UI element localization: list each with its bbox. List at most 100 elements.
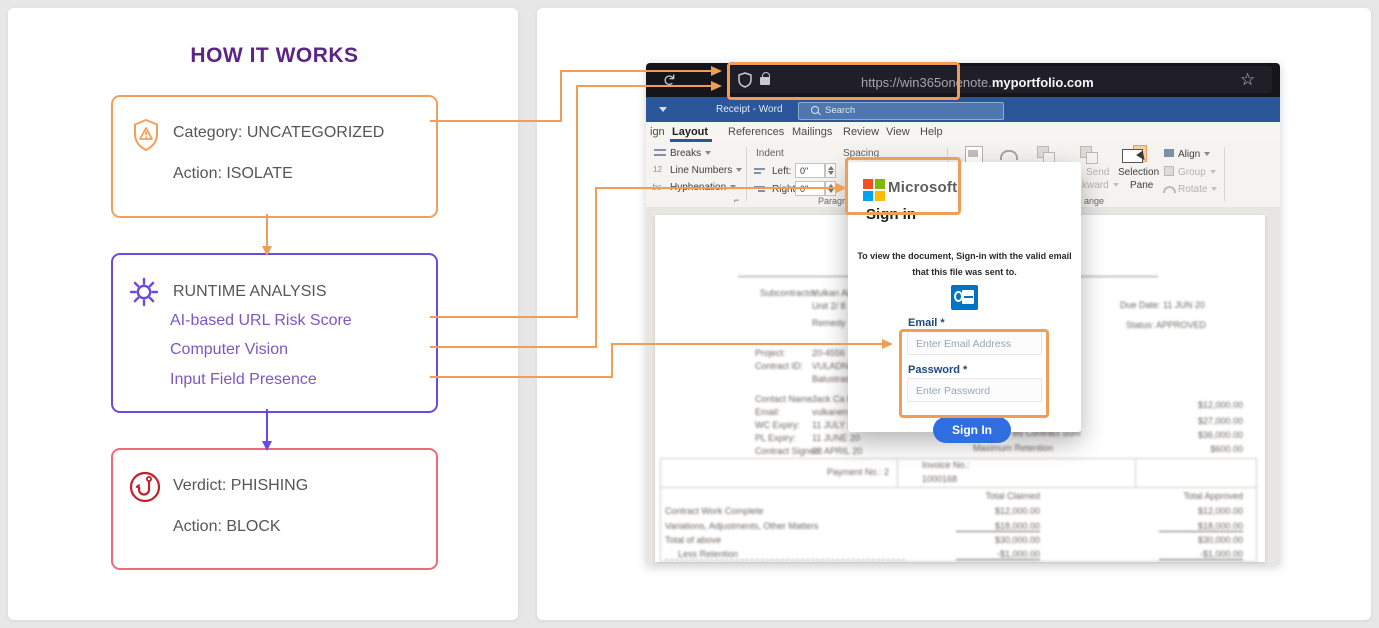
doc-col-header: Total Approved bbox=[1159, 491, 1243, 501]
tab-review[interactable]: Review bbox=[843, 126, 879, 138]
doc-field-value: Unit 2/ 8 bbox=[812, 301, 846, 311]
ribbon-tab-row: ign Layout References Mailings Review Vi… bbox=[646, 122, 1280, 143]
selection-pane-label-line1[interactable]: Selection bbox=[1118, 167, 1159, 178]
flow-box-runtime-analysis: RUNTIME ANALYSIS AI-based URL Risk Score… bbox=[111, 253, 438, 413]
doc-amount: $36,000.00 bbox=[1159, 430, 1243, 440]
tab-design-clipped[interactable]: ign bbox=[650, 126, 665, 138]
infographic-canvas: HOW IT WORKS Category: UNCATEGORIZED Act… bbox=[0, 0, 1379, 628]
line-numbers-icon: 12 bbox=[653, 165, 662, 174]
page-title: HOW IT WORKS bbox=[111, 44, 438, 68]
gear-icon bbox=[128, 276, 160, 313]
doc-table-cell: -$1,000.00 bbox=[956, 549, 1040, 560]
doc-field-label: WC Expiry: bbox=[755, 420, 800, 430]
analysis-item-input-field: Input Field Presence bbox=[170, 371, 317, 389]
line-numbers-button[interactable]: Line Numbers bbox=[670, 165, 742, 176]
doc-field-label: Email: bbox=[755, 407, 780, 417]
doc-table-row-label: Total of above bbox=[665, 535, 721, 545]
shield-warning-icon bbox=[131, 118, 161, 157]
tab-references[interactable]: References bbox=[728, 126, 784, 138]
browser-window: ↻ https://win365onenote.myportfolio.com … bbox=[646, 63, 1280, 565]
word-search-box[interactable]: Search bbox=[798, 102, 1004, 120]
doc-invoice-label: Invoice No.: bbox=[922, 460, 970, 470]
doc-table-row-label: Less Retention bbox=[678, 549, 738, 559]
group-icon bbox=[1164, 166, 1174, 176]
action-block-label: Action: BLOCK bbox=[173, 518, 281, 536]
bookmark-star-icon[interactable]: ☆ bbox=[1240, 70, 1255, 90]
document-title: Receipt - Word bbox=[716, 104, 783, 115]
active-tab-underline bbox=[670, 139, 712, 142]
group-button[interactable]: Group bbox=[1178, 167, 1216, 178]
doc-status: Status: APPROVED bbox=[1126, 320, 1206, 330]
align-icon bbox=[1164, 149, 1174, 157]
doc-field-label: Contact Name: bbox=[755, 394, 815, 404]
doc-field-label: Subcontractor: bbox=[760, 288, 819, 298]
send-backward-label-line1[interactable]: Send bbox=[1086, 167, 1109, 178]
doc-table-cell: $12,000.00 bbox=[956, 506, 1040, 516]
send-backward-label-line2[interactable]: kward bbox=[1082, 180, 1119, 191]
doc-table-cell: $30,000.00 bbox=[956, 535, 1040, 545]
action-isolate-label: Action: ISOLATE bbox=[173, 165, 293, 183]
tab-view[interactable]: View bbox=[886, 126, 910, 138]
rotate-button[interactable]: Rotate bbox=[1178, 184, 1217, 195]
doc-retention-label: Maximum Retention bbox=[973, 443, 1053, 453]
selection-pane-label-line2[interactable]: Pane bbox=[1130, 180, 1153, 191]
doc-amount: $600.00 bbox=[1159, 444, 1243, 454]
email-label: Email * bbox=[908, 317, 945, 329]
doc-field-value: Vulkan Al bbox=[812, 288, 849, 298]
search-icon bbox=[811, 106, 819, 114]
doc-field-label: Contract ID: bbox=[755, 361, 803, 371]
doc-field-value: Remedy bbox=[812, 318, 846, 328]
indent-left-icon bbox=[754, 168, 765, 170]
flow-box-uncategorized: Category: UNCATEGORIZED Action: ISOLATE bbox=[111, 95, 438, 218]
outlook-icon bbox=[951, 285, 978, 310]
flow-connector-2 bbox=[266, 409, 268, 441]
doc-table-cell: $30,000.00 bbox=[1159, 535, 1243, 545]
highlight-credential-inputs bbox=[899, 329, 1049, 418]
paragraph-dialog-launcher[interactable]: ⌐ bbox=[734, 195, 739, 205]
doc-field-value: vulkanen bbox=[812, 407, 848, 417]
tab-mailings[interactable]: Mailings bbox=[792, 126, 832, 138]
arrange-group-label: ange bbox=[1084, 196, 1104, 206]
ribbon-divider bbox=[1224, 147, 1225, 201]
doc-table-row-label: Contract Work Complete bbox=[665, 506, 763, 516]
indent-group-label: Indent bbox=[756, 148, 784, 159]
phishing-hook-icon bbox=[128, 470, 162, 509]
right-arrow-icon bbox=[711, 81, 722, 91]
ribbon-divider bbox=[746, 147, 747, 201]
down-arrow-icon bbox=[262, 246, 272, 256]
signin-body-text: To view the document, Sign-in with the v… bbox=[848, 248, 1081, 280]
tab-help[interactable]: Help bbox=[920, 126, 943, 138]
breaks-button[interactable]: Breaks bbox=[670, 148, 711, 159]
verdict-label: Verdict: PHISHING bbox=[173, 477, 308, 495]
doc-col-header: Total Claimed bbox=[956, 491, 1040, 501]
doc-table-cell: -$1,000.00 bbox=[1159, 549, 1243, 560]
doc-due-date: Due Date: 11 JUN 20 bbox=[1120, 300, 1205, 310]
search-placeholder: Search bbox=[825, 105, 855, 116]
category-label: Category: UNCATEGORIZED bbox=[173, 124, 384, 142]
tab-layout[interactable]: Layout bbox=[672, 126, 708, 138]
right-arrow-icon bbox=[711, 66, 722, 76]
doc-field-label: PL Expiry: bbox=[755, 433, 796, 443]
doc-table-cell: $18,000.00 bbox=[956, 521, 1040, 532]
indent-left-input[interactable]: 0" bbox=[795, 163, 825, 178]
doc-table-row-label: Variations, Adjustments, Other Matters bbox=[665, 521, 818, 531]
doc-invoice-no: 1000168 bbox=[922, 474, 957, 484]
sign-in-button[interactable]: Sign In bbox=[933, 417, 1011, 443]
wrap-text-icon[interactable] bbox=[1000, 150, 1018, 160]
flow-panel: HOW IT WORKS Category: UNCATEGORIZED Act… bbox=[8, 8, 518, 620]
doc-field-value: 20-4556 bbox=[812, 348, 845, 358]
doc-field-label: Project: bbox=[755, 348, 786, 358]
quick-access-chevron-icon[interactable] bbox=[659, 107, 667, 112]
indent-left-label: Left: bbox=[772, 166, 791, 177]
analysis-item-url-risk: AI-based URL Risk Score bbox=[170, 312, 352, 330]
indent-left-stepper[interactable] bbox=[825, 163, 836, 178]
doc-payment-no: Payment No.: 2 bbox=[827, 467, 889, 477]
highlight-url bbox=[727, 62, 960, 100]
doc-field-value: Jack Ca B bbox=[812, 394, 853, 404]
doc-table-cell: $18,000.00 bbox=[1159, 521, 1243, 532]
right-arrow-icon bbox=[882, 339, 893, 349]
doc-table-cell: $12,000.00 bbox=[1159, 506, 1243, 516]
align-button[interactable]: Align bbox=[1178, 149, 1210, 160]
doc-field-value: VULADN bbox=[812, 361, 849, 371]
word-title-bar: Receipt - Word Search bbox=[646, 97, 1280, 122]
